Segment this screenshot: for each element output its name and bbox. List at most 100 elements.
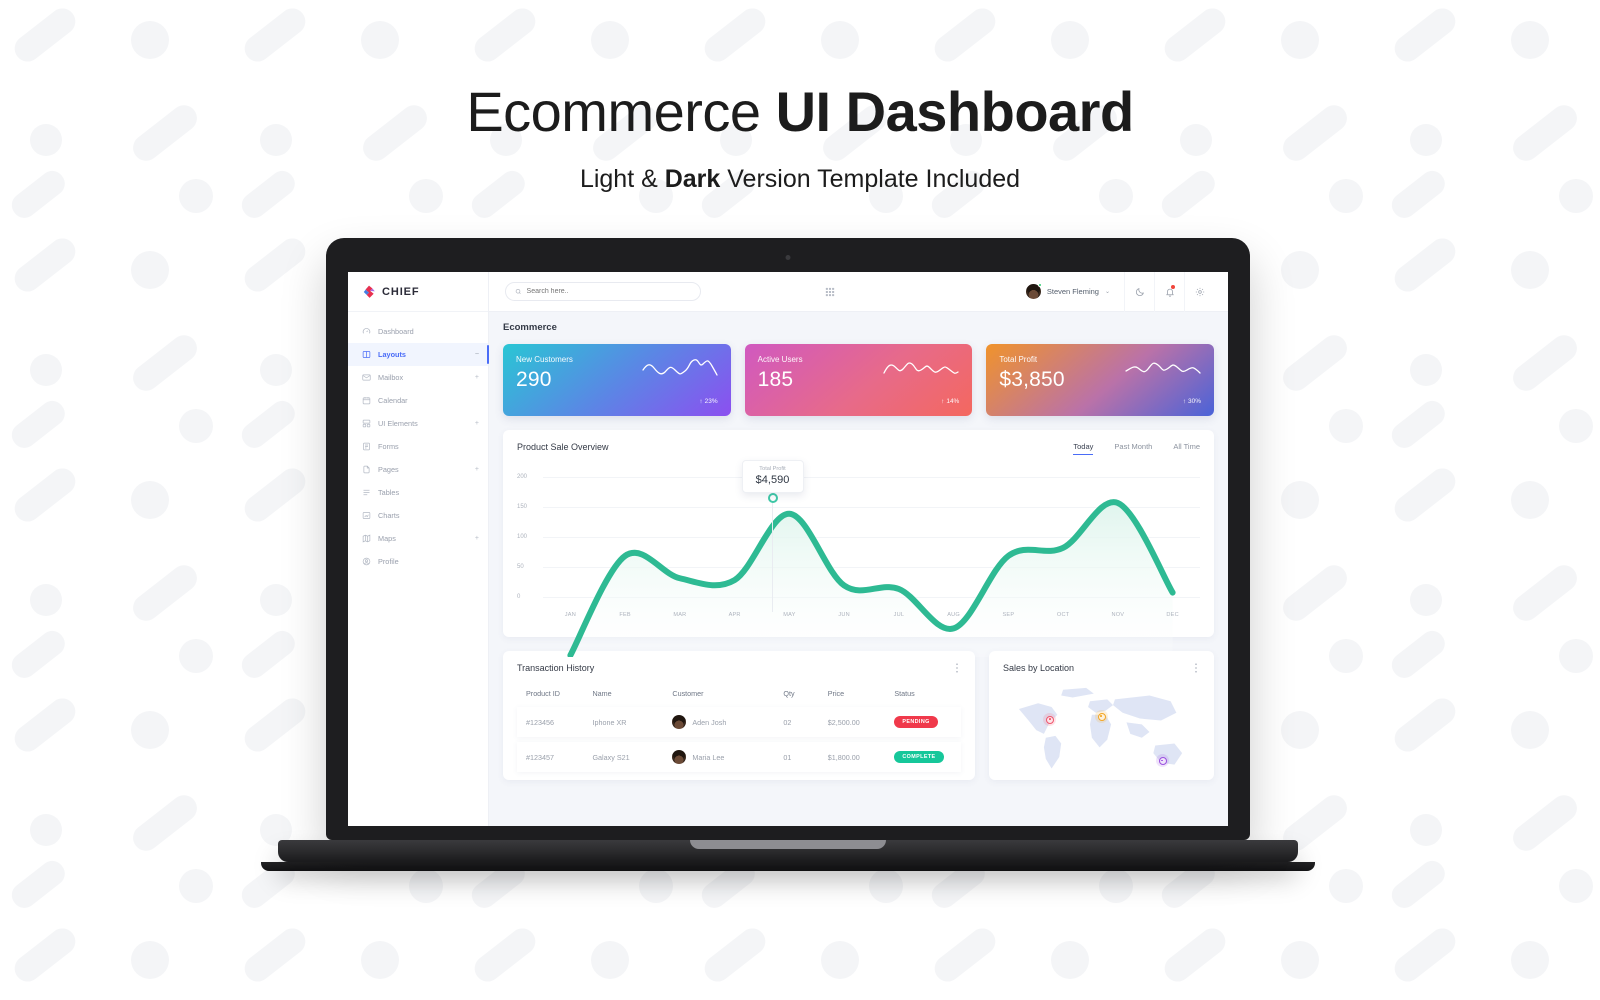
cell-customer: Maria Lee [672,742,784,772]
chart-highlight-point[interactable] [767,492,778,503]
sidebar-item-dashboard[interactable]: Dashboard [348,320,488,343]
cell-price: $1,800.00 [827,742,895,772]
avatar [672,715,687,729]
envelope-icon [362,374,371,381]
search-box[interactable] [505,282,701,301]
chart-title: Product Sale Overview [517,442,609,452]
transaction-table: Product ID Name Customer Qty Price Statu… [517,684,961,777]
col-name: Name [592,689,612,698]
cell-customer: Aden Josh [672,707,784,737]
chart-svg [543,460,1200,658]
x-axis-tick: MAY [783,612,796,618]
customer-cell: Aden Josh [672,715,783,729]
status-badge: COMPLETE [894,751,944,763]
pin-halo [1043,712,1057,726]
notifications-button[interactable] [1154,272,1184,312]
cell-product-id: #123457 [517,742,593,772]
customer-name: Aden Josh [692,717,727,727]
y-axis-tick: 150 [517,504,528,510]
sidebar-item-charts[interactable]: Charts [348,504,488,527]
stat-cards-row: New Customers 290 ↑ 23% Active Users 185… [503,344,1215,416]
search-input[interactable] [526,288,691,295]
sidebar-label-layouts: Layouts [378,350,406,359]
sidebar-item-mailbox[interactable]: Mailbox + [348,366,488,389]
chart-tooltip: Total Profit $4,590 [741,460,804,493]
sidebar-item-ui-elements[interactable]: UI Elements + [348,412,488,435]
hero-sub-bold: Dark [664,165,721,194]
sidebar-item-pages[interactable]: Pages + [348,458,488,481]
online-status-dot [1037,283,1042,287]
x-axis-tick: SEP [1002,612,1015,618]
speedometer-icon [362,328,371,334]
stat-card-text: New Customers 290 [516,355,573,407]
sidebar-item-maps[interactable]: Maps + [348,527,488,550]
sidebar-caret-mailbox: + [474,374,479,381]
x-axis: JAN FEB MAR APR MAY JUN JUL AUG SEP OCT [543,612,1200,618]
stat-label: Active Users [757,355,803,364]
tab-today[interactable]: Today [1073,442,1094,455]
cell-status: COMPLETE [894,742,961,772]
stat-card-total-profit[interactable]: Total Profit $3,850 ↑ 30% [986,344,1215,416]
sidebar-item-profile[interactable]: Profile [348,550,488,573]
sidebar-item-calendar[interactable]: Calendar [348,389,488,412]
dashboard-screen: CHIEF Dashboard Layouts − Mailbox + Cale… [348,272,1228,826]
brand-logo[interactable]: CHIEF [348,272,488,312]
tab-all-time[interactable]: All Time [1173,442,1200,455]
sidebar-item-layouts[interactable]: Layouts − [348,343,489,366]
transaction-history-title: Transaction History [517,663,595,673]
hero-subtitle: Light & Dark Version Template Included [0,165,1600,194]
map-pin-europe[interactable] [1094,709,1108,723]
sidebar-label-ui-elements: UI Elements [378,419,418,428]
sidebar-item-tables[interactable]: Tables [348,481,488,504]
chevron-down-icon: ⌄ [1104,289,1110,295]
stat-label: Total Profit [999,355,1038,364]
stat-card-active-users[interactable]: Active Users 185 ↑ 14% [744,344,973,416]
customer-name: Maria Lee [692,752,725,762]
col-customer: Customer [672,689,704,698]
grid-apps-button[interactable] [825,287,835,297]
stat-arrow-icon: ↑ [1182,398,1186,405]
cell-status: PENDING [894,707,961,737]
x-axis-tick: JAN [564,612,576,618]
theme-toggle-button[interactable] [1124,272,1154,312]
table-row[interactable]: #123456 Iphone XR Aden Josh 02 $2,500.00… [517,707,961,737]
gear-icon [1195,287,1204,296]
tab-past-month[interactable]: Past Month [1114,442,1152,455]
more-vertical-icon[interactable] [1192,663,1200,673]
topbar: Steven Fleming ⌄ [489,272,1228,312]
x-axis-tick: APR [728,612,741,618]
stat-card-new-customers[interactable]: New Customers 290 ↑ 23% [503,344,731,416]
pin-halo [1094,709,1108,723]
sidebar-item-forms[interactable]: Forms [348,435,488,458]
table-row[interactable]: #123457 Galaxy S21 Maria Lee 01 $1,800.0… [517,742,961,772]
transaction-history-card: Transaction History Product ID Name Cust… [503,651,975,780]
cell-qty: 01 [783,742,828,772]
product-sale-overview-card: Product Sale Overview Today Past Month A… [503,430,1214,658]
laptop-foot [261,862,1315,871]
content-area: Ecommerce New Customers 290 ↑ 23% Active… [489,312,1228,826]
x-axis-tick: JUN [838,612,850,618]
page-title-heading: Ecommerce UI Dashboard [0,82,1600,141]
avatar [1025,283,1042,299]
x-axis-tick: AUG [947,612,960,618]
settings-button[interactable] [1184,272,1214,312]
stat-value: 185 [757,368,794,391]
hero-title-light: Ecommerce [466,80,776,143]
stat-card-visual: ↑ 23% [642,355,718,407]
sales-by-location-header: Sales by Location [1003,663,1200,673]
world-map-svg [1018,687,1183,769]
columns-icon [362,351,371,358]
breadcrumb-page-title: Ecommerce [503,322,557,333]
cell-product-id: #123456 [517,707,593,737]
webcam-icon [785,255,791,260]
tooltip-value: $4,590 [755,474,790,486]
map-pin-north-america[interactable] [1043,712,1057,726]
user-menu[interactable]: Steven Fleming ⌄ [1025,283,1124,299]
map-pin-australia[interactable] [1155,753,1169,767]
more-vertical-icon[interactable] [953,663,961,673]
x-axis-tick: FEB [619,612,631,618]
sidebar-label-pages: Pages [378,465,399,474]
form-icon [363,442,370,451]
world-map[interactable] [1003,684,1200,780]
stat-delta-value: 30% [1188,398,1202,405]
